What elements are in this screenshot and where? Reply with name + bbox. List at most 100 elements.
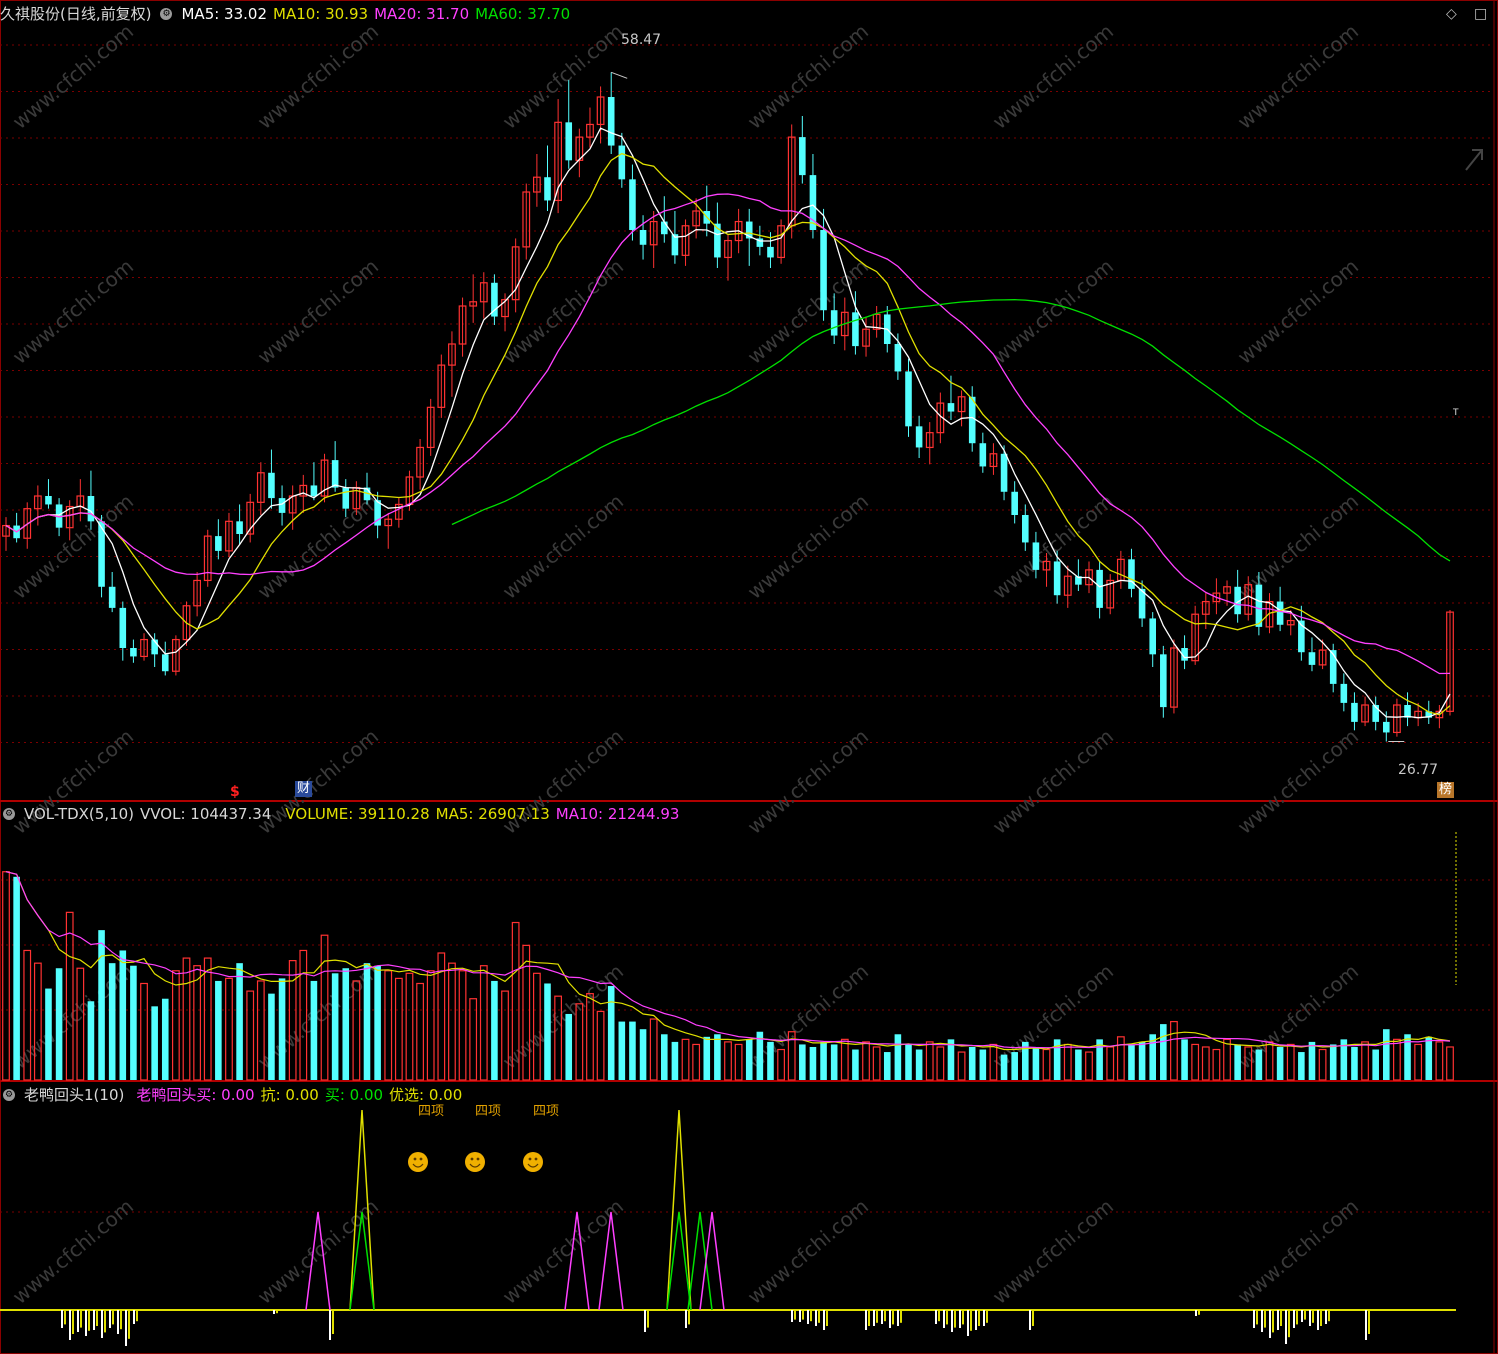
volume-bar-up <box>957 1051 966 1081</box>
volume-bar-down <box>1234 1044 1241 1080</box>
volume-bar-up <box>1393 1038 1401 1081</box>
volume-bar-up <box>1042 1048 1051 1081</box>
candle-body-down <box>161 654 169 672</box>
vol-ma10-label: MA10: 21244.93 <box>555 805 680 823</box>
candle-body-down <box>1160 654 1167 708</box>
volume-bar-down <box>703 1036 711 1080</box>
smiley-caption: 四项 <box>533 1104 560 1119</box>
volume-bar-up <box>65 911 74 1081</box>
volume-bar-down <box>745 1039 753 1080</box>
candle-body-down <box>331 460 339 488</box>
volume-bar-up <box>840 1038 849 1081</box>
settings-icon[interactable]: ⚙ <box>3 808 15 820</box>
mai-signal-spike <box>687 1211 713 1311</box>
candle-body-down <box>108 586 116 608</box>
volume-bar-up <box>1106 1046 1115 1081</box>
frame-border <box>0 0 1498 1354</box>
volume-bar-down <box>661 1034 668 1080</box>
volume-bar-down <box>1181 1039 1188 1080</box>
volume-bar-up <box>692 1043 701 1081</box>
candle-body-down <box>87 496 95 522</box>
volume-bar-up <box>925 1041 934 1081</box>
volume-bar-up <box>1085 1051 1093 1081</box>
candle-body-down <box>905 371 912 427</box>
candle-body-down <box>215 536 222 551</box>
watermark-text: www.cfchi.com <box>1233 489 1363 604</box>
ma5-label: MA5: 33.02 <box>181 5 267 23</box>
candle-body-down <box>1276 601 1284 625</box>
volume-bar-down <box>161 998 169 1080</box>
volume-bar-up <box>1318 1048 1327 1081</box>
watermark-text: www.cfchi.com <box>253 19 383 134</box>
smiley-caption: 四项 <box>418 1104 445 1119</box>
watermark-text: www.cfchi.com <box>988 1194 1118 1309</box>
candle-body-down <box>1096 569 1103 608</box>
volume-bar-down <box>830 1044 838 1080</box>
maximize-icon[interactable]: □ <box>1474 6 1487 22</box>
watermark-text: www.cfchi.com <box>498 254 628 369</box>
volume-bar-down <box>565 1013 573 1080</box>
dollar-marker-icon[interactable]: $ <box>230 784 240 800</box>
volume-bar-up <box>479 965 488 1081</box>
candle-body-down <box>1053 561 1061 596</box>
volume-bar-up <box>936 1046 945 1081</box>
volume-bar-up <box>171 970 180 1081</box>
volume-bar-up <box>724 1041 732 1081</box>
volume-bar-down <box>714 1034 721 1080</box>
volume-bar-up <box>1286 1043 1295 1081</box>
smiley-icon <box>523 1152 543 1172</box>
volume-bar-up <box>1116 1036 1125 1081</box>
volume-bar-down <box>671 1041 679 1080</box>
volume-bar-down <box>894 1034 902 1080</box>
volume-bar-down <box>87 1001 95 1080</box>
volume-bar-up <box>193 965 202 1081</box>
watermark-text: www.cfchi.com <box>743 1194 873 1309</box>
watermark-text: www.cfchi.com <box>498 1194 628 1309</box>
volume-bar-up <box>1446 1046 1454 1081</box>
volume-bar-up <box>448 962 456 1081</box>
diamond-icon[interactable]: ◇ <box>1446 6 1457 22</box>
volume-bar-down <box>119 950 127 1080</box>
settings-icon[interactable]: ⚙ <box>160 8 173 20</box>
candle-body-down <box>119 607 127 648</box>
candle-body-down <box>968 396 976 444</box>
volume-bar-up <box>394 977 403 1081</box>
candle-body-down <box>767 246 774 258</box>
volume-bar-down <box>639 1029 647 1080</box>
volume-bar-down <box>947 1039 955 1080</box>
finance-marker-icon[interactable]: 财 <box>295 781 313 797</box>
volume-bar-down <box>1329 1044 1337 1080</box>
expand-icon <box>1465 149 1483 171</box>
stock-chart[interactable]: www.cfchi.com www.cfchi.com www.cfchi.com w… <box>0 0 1498 1354</box>
candle-body-down <box>236 521 243 534</box>
volume-bar-up <box>1414 1043 1423 1081</box>
volume-bar-up <box>246 990 255 1081</box>
volume-bar-down <box>215 980 222 1080</box>
candle-body-down <box>639 230 647 245</box>
watermark-text: www.cfchi.com <box>498 489 628 604</box>
rank-marker-icon[interactable]: 榜 <box>1437 782 1455 798</box>
volume-bar-down <box>767 1041 774 1080</box>
settings-icon[interactable]: ⚙ <box>3 1089 15 1101</box>
volume-bar-down <box>915 1049 923 1080</box>
candle-body-down <box>1032 542 1040 570</box>
volume-bar-up <box>862 1041 870 1081</box>
candle-body-down <box>1351 702 1358 722</box>
volume-bar-down <box>1075 1049 1082 1080</box>
candle-body-down <box>820 230 827 311</box>
kang-label: 抗: 0.00 <box>260 1086 319 1104</box>
volume-bar-up <box>1191 1043 1200 1081</box>
volume-bar-down <box>1351 1046 1358 1080</box>
volume-bar-down <box>98 930 105 1080</box>
watermark-text: www.cfchi.com <box>988 19 1118 134</box>
volume-bar-up <box>182 957 191 1081</box>
volume-bar-up <box>2 871 10 1081</box>
volume-bar-up <box>1170 1020 1178 1081</box>
volume-bar-up <box>734 1043 743 1081</box>
vol-ma5-line <box>5 871 1451 1051</box>
volume-bar-down <box>883 1052 891 1080</box>
volume-bar-up <box>140 982 148 1081</box>
volume-bar-down <box>1138 1041 1146 1080</box>
candle-body-down <box>799 137 806 176</box>
volume-bar-down <box>108 963 116 1080</box>
